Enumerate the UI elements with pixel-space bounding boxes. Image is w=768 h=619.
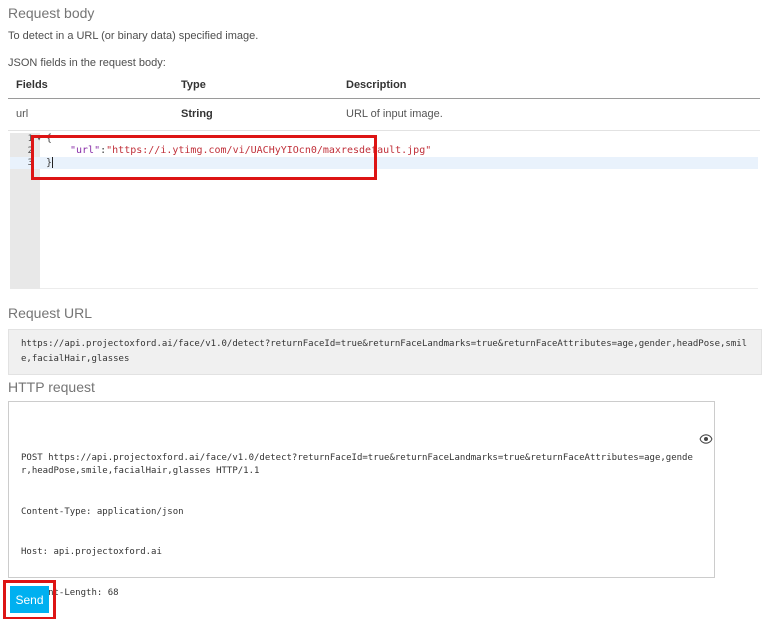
column-header-fields: Fields — [8, 74, 173, 99]
http-header-content-type: Content-Type: application/json — [21, 506, 184, 517]
http-request-heading: HTTP request — [8, 379, 95, 395]
json-fields-table: Fields Type Description url String URL o… — [8, 74, 760, 131]
request-body-code-editor[interactable]: 1 2 3 ▾ { "url":"https://i.ytimg.com/vi/… — [10, 133, 758, 289]
field-name-cell: url — [8, 98, 173, 131]
send-button[interactable]: Send — [10, 586, 49, 613]
table-header-row: Fields Type Description — [8, 74, 760, 99]
http-request-preview: POST https://api.projectoxford.ai/face/v… — [8, 401, 715, 598]
http-header-host: Host: api.projectoxford.ai — [21, 547, 162, 557]
request-url-heading: Request URL — [8, 305, 93, 321]
json-fields-label: JSON fields in the request body: — [8, 57, 166, 69]
field-type-cell: String — [173, 98, 338, 131]
column-header-type: Type — [173, 74, 338, 99]
http-header-content-length: Content-Length: 68 — [21, 587, 119, 598]
request-url-value: https://api.projectoxford.ai/face/v1.0/d… — [8, 329, 762, 375]
table-row: url String URL of input image. — [8, 98, 760, 131]
request-body-heading: Request body — [8, 5, 95, 21]
red-highlight-box-code — [31, 135, 377, 180]
request-body-description: To detect in a URL (or binary data) spec… — [8, 30, 259, 42]
http-request-line: POST https://api.projectoxford.ai/face/v… — [21, 452, 693, 477]
eye-icon[interactable] — [699, 405, 713, 444]
column-header-description: Description — [338, 74, 760, 99]
red-highlight-box-send: Send — [3, 580, 56, 619]
field-description-cell: URL of input image. — [338, 98, 760, 131]
